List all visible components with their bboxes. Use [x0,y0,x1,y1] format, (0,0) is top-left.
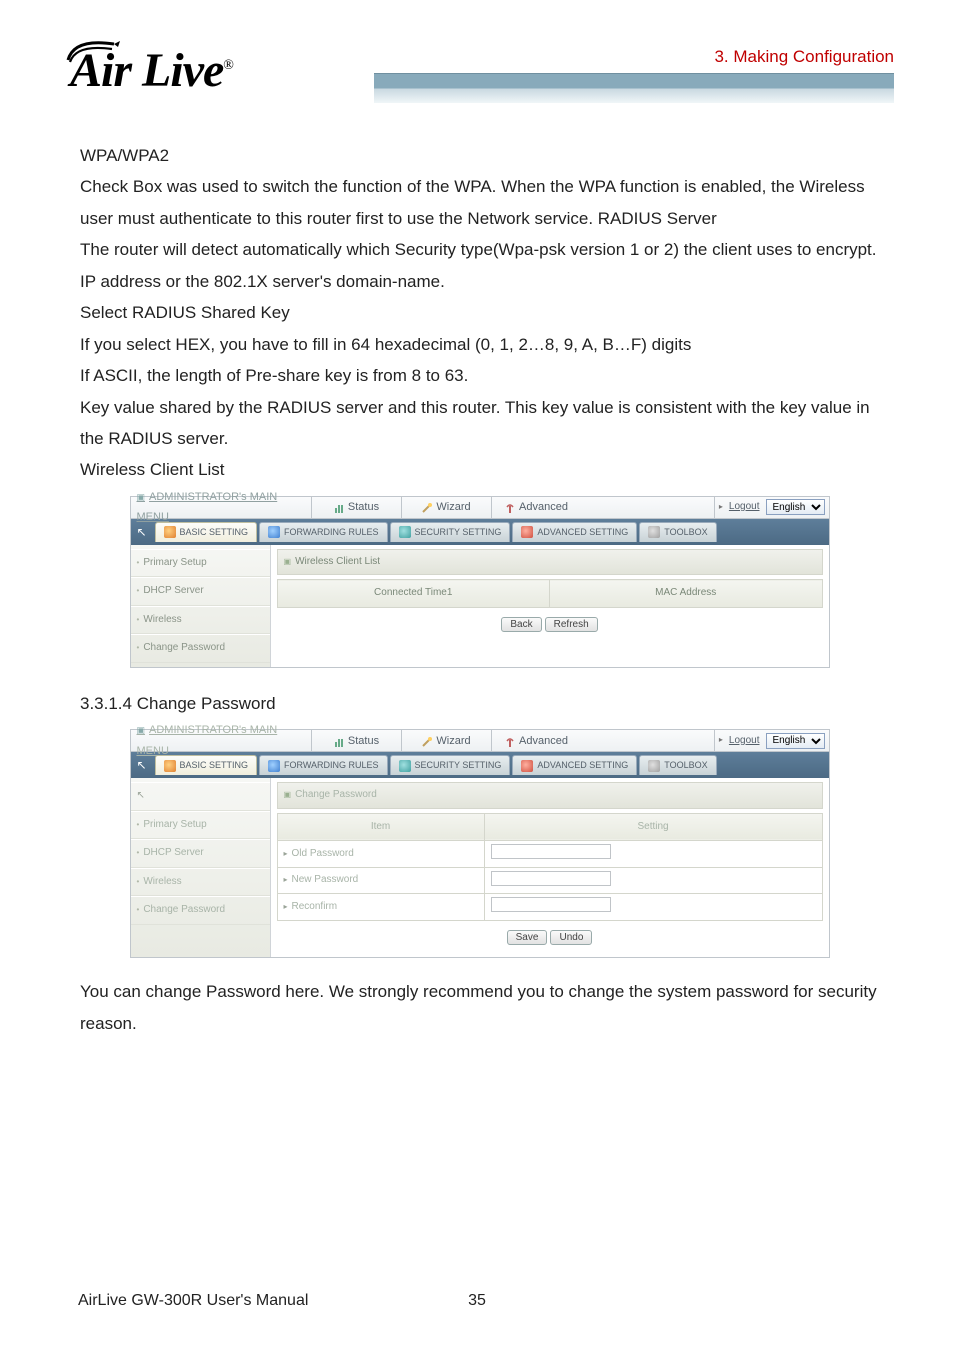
section-header-change-password: ▣Change Password [277,782,823,809]
subtab-toolbox[interactable]: TOOLBOX [639,522,716,542]
label-old-password: Old Password [292,848,354,859]
para-wcl: Wireless Client List [80,454,879,485]
header-gradient-bar [374,73,894,103]
logo-registered: ® [223,58,233,73]
caret-right-icon: ▸ [719,733,723,748]
wireless-client-table: Connected Time1 MAC Address [277,579,823,608]
change-password-table: Item Setting ▸Old Password ▸New Password [277,813,823,921]
footer-page-number: 35 [468,1292,486,1310]
undo-button[interactable]: Undo [550,930,592,945]
heading-wpa: WPA/WPA2 [80,140,879,171]
toolbox-icon [648,760,660,772]
sidebar-item-wireless[interactable]: •Wireless [131,606,270,635]
para-keyvalue: Key value shared by the RADIUS server an… [80,392,879,455]
chapter-title: 3. Making Configuration [714,47,894,67]
subtab-basic-setting[interactable]: BASIC SETTING [155,755,258,775]
sidebar-item-dhcp-server[interactable]: •DHCP Server [131,577,270,606]
label-new-password: New Password [292,874,359,885]
tab-advanced[interactable]: Advanced [491,496,581,518]
tab-status[interactable]: Status [311,730,401,752]
side-menu: •Primary Setup •DHCP Server •Wireless •C… [131,545,271,667]
advanced-setting-icon [521,760,533,772]
signal-bars-icon [333,501,345,513]
table-row: ▸New Password [277,867,822,894]
brand-logo: Air Live® [70,43,233,98]
col-mac-address: MAC Address [550,580,823,608]
para-hex: If you select HEX, you have to fill in 6… [80,329,879,360]
section-header-wireless-client-list: ▣Wireless Client List [277,549,823,576]
sidebar-item-change-password[interactable]: •Change Password [131,634,270,663]
basic-setting-icon [164,760,176,772]
forwarding-rules-icon [268,526,280,538]
sidebar-cursor-row: ↖ [131,782,270,811]
side-menu: ↖ •Primary Setup •DHCP Server •Wireless … [131,778,271,957]
subtab-forwarding-rules[interactable]: FORWARDING RULES [259,522,388,542]
header-right: 3. Making Configuration [233,37,894,103]
old-password-input[interactable] [491,844,611,859]
reconfirm-password-input[interactable] [491,897,611,912]
col-item: Item [277,813,484,841]
col-setting: Setting [484,813,822,841]
save-button[interactable]: Save [507,930,548,945]
basic-setting-icon [164,526,176,538]
sidebar-item-dhcp-server[interactable]: •DHCP Server [131,839,270,868]
document-body: WPA/WPA2 Check Box was used to switch th… [0,140,954,1039]
logout-link[interactable]: Logout [729,732,760,751]
para-radius-key: Select RADIUS Shared Key [80,297,879,328]
subtab-forwarding-rules[interactable]: FORWARDING RULES [259,755,388,775]
subtab-advanced-setting[interactable]: ADVANCED SETTING [512,755,637,775]
wizard-wand-icon [421,735,433,747]
back-button[interactable]: Back [501,617,541,632]
closing-paragraph: You can change Password here. We strongl… [80,976,879,1039]
security-setting-icon [399,760,411,772]
sidebar-item-change-password[interactable]: •Change Password [131,896,270,925]
table-row: ▸Old Password [277,841,822,868]
refresh-button[interactable]: Refresh [545,617,598,632]
caret-right-icon: ▸ [719,500,723,515]
wizard-wand-icon [421,501,433,513]
square-bullet-icon: ▣ [137,492,146,502]
subtab-security-setting[interactable]: SECURITY SETTING [390,755,511,775]
para-checkbox: Check Box was used to switch the functio… [80,171,879,234]
heading-change-password: 3.3.1.4 Change Password [80,688,879,719]
advanced-antenna-icon [504,501,516,513]
advanced-antenna-icon [504,735,516,747]
toolbox-icon [648,526,660,538]
tab-status[interactable]: Status [311,496,401,518]
router-panel-change-password: ▣ADMINISTRATOR's MAIN MENU Status Wizard [130,729,830,958]
para-ascii: If ASCII, the length of Pre-share key is… [80,360,879,391]
sidebar-item-primary-setup[interactable]: •Primary Setup [131,549,270,578]
sidebar-item-wireless[interactable]: •Wireless [131,868,270,897]
footer-manual-title: AirLive GW-300R User's Manual [78,1292,308,1310]
forwarding-rules-icon [268,760,280,772]
label-reconfirm: Reconfirm [292,901,338,912]
cursor-arrow-icon: ↖ [136,521,146,543]
tab-wizard[interactable]: Wizard [401,496,491,518]
table-row: ▸Reconfirm [277,894,822,921]
security-setting-icon [399,526,411,538]
new-password-input[interactable] [491,871,611,886]
subtab-toolbox[interactable]: TOOLBOX [639,755,716,775]
subtab-advanced-setting[interactable]: ADVANCED SETTING [512,522,637,542]
language-select[interactable]: English [766,499,825,515]
router-panel-wireless-client-list: ▣ADMINISTRATOR's MAIN MENU Status Wizard [130,496,830,668]
square-bullet-icon: ▣ [137,725,146,735]
col-connected-time: Connected Time1 [277,580,550,608]
para-detect: The router will detect automatically whi… [80,234,879,265]
advanced-setting-icon [521,526,533,538]
para-ip: IP address or the 802.1X server's domain… [80,266,879,297]
logo-arc-icon [64,34,124,64]
sidebar-item-primary-setup[interactable]: •Primary Setup [131,811,270,840]
signal-bars-icon [333,735,345,747]
subtab-basic-setting[interactable]: BASIC SETTING [155,522,258,542]
language-select[interactable]: English [766,733,825,749]
logout-link[interactable]: Logout [729,498,760,517]
tab-wizard[interactable]: Wizard [401,730,491,752]
subtab-security-setting[interactable]: SECURITY SETTING [390,522,511,542]
page-header: Air Live® 3. Making Configuration [0,0,954,140]
page-footer: AirLive GW-300R User's Manual 35 [0,1292,954,1310]
cursor-arrow-icon: ↖ [136,754,146,776]
tab-advanced[interactable]: Advanced [491,730,581,752]
